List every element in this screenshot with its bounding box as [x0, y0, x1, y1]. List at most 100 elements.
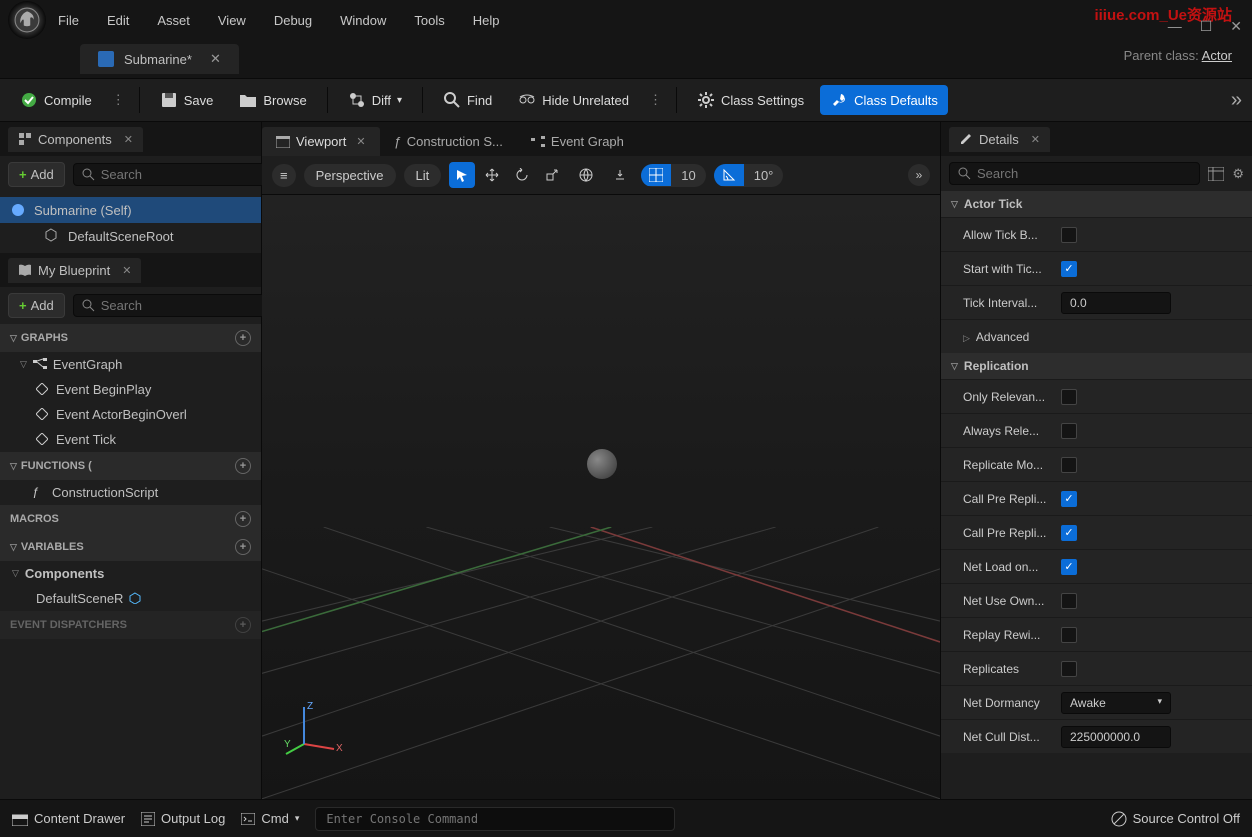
- checkbox[interactable]: [1061, 559, 1077, 575]
- checkbox[interactable]: [1061, 491, 1077, 507]
- gear-icon[interactable]: ⚙: [1232, 166, 1244, 182]
- class-defaults-button[interactable]: Class Defaults: [820, 85, 948, 115]
- blueprint-search-input[interactable]: [101, 298, 277, 313]
- event-beginplay[interactable]: Event BeginPlay: [0, 377, 261, 402]
- compile-options-icon[interactable]: ⋮: [108, 88, 129, 112]
- close-window-icon[interactable]: ✕: [1230, 18, 1242, 35]
- menu-asset[interactable]: Asset: [157, 13, 190, 28]
- checkbox[interactable]: [1061, 627, 1077, 643]
- event-graph-item[interactable]: ▽ EventGraph: [0, 352, 261, 377]
- construction-script[interactable]: ƒ ConstructionScript: [0, 480, 261, 505]
- checkbox[interactable]: [1061, 525, 1077, 541]
- surface-snap-toggle[interactable]: [607, 162, 633, 188]
- add-dispatcher-icon[interactable]: +: [235, 617, 251, 633]
- my-blueprint-tab[interactable]: My Blueprint ✕: [8, 258, 141, 283]
- details-tab[interactable]: Details ✕: [949, 127, 1050, 152]
- close-tab-icon[interactable]: ✕: [210, 51, 221, 67]
- component-scene-root[interactable]: DefaultSceneRoot: [0, 223, 261, 249]
- close-icon[interactable]: ✕: [1031, 133, 1040, 146]
- menu-help[interactable]: Help: [473, 13, 500, 28]
- section-variables[interactable]: ▽VARIABLES +: [0, 533, 261, 561]
- close-icon[interactable]: ✕: [122, 264, 131, 277]
- scale-tool[interactable]: [539, 162, 565, 188]
- components-tab[interactable]: Components ✕: [8, 127, 143, 152]
- menu-tools[interactable]: Tools: [414, 13, 444, 28]
- details-section[interactable]: ▽Replication: [941, 353, 1252, 379]
- plus-icon: +: [19, 298, 27, 313]
- components-search-input[interactable]: [101, 167, 277, 182]
- checkbox[interactable]: [1061, 661, 1077, 677]
- compile-button[interactable]: Compile: [10, 85, 102, 115]
- section-macros[interactable]: MACROS +: [0, 505, 261, 533]
- checkbox[interactable]: [1061, 227, 1077, 243]
- rotate-tool[interactable]: [509, 162, 535, 188]
- viewport-3d[interactable]: X Y Z: [262, 195, 940, 799]
- hide-options-icon[interactable]: ⋮: [645, 88, 666, 112]
- angle-snap[interactable]: 10°: [714, 164, 784, 187]
- maximize-icon[interactable]: ☐: [1200, 18, 1213, 35]
- checkbox[interactable]: [1061, 593, 1077, 609]
- add-function-icon[interactable]: +: [235, 458, 251, 474]
- menu-window[interactable]: Window: [340, 13, 386, 28]
- variables-components[interactable]: ▽ Components: [0, 561, 261, 586]
- section-functions[interactable]: ▽FUNCTIONS ( +: [0, 452, 261, 480]
- details-section[interactable]: ▽Actor Tick: [941, 191, 1252, 217]
- grid-snap[interactable]: 10: [641, 164, 705, 187]
- tab-event-graph[interactable]: Event Graph: [517, 127, 638, 156]
- minimize-icon[interactable]: —: [1168, 18, 1182, 35]
- content-drawer-button[interactable]: Content Drawer: [12, 811, 125, 826]
- find-button[interactable]: Find: [433, 85, 502, 115]
- section-graphs[interactable]: ▽GRAPHS +: [0, 324, 261, 352]
- output-log-button[interactable]: Output Log: [141, 811, 225, 826]
- close-icon[interactable]: ✕: [124, 133, 133, 146]
- details-search-input[interactable]: [977, 166, 1191, 181]
- hide-unrelated-button[interactable]: Hide Unrelated: [508, 85, 639, 115]
- number-input[interactable]: 0.0: [1061, 292, 1171, 314]
- menu-edit[interactable]: Edit: [107, 13, 129, 28]
- tab-viewport[interactable]: Viewport ✕: [262, 127, 380, 156]
- diff-button[interactable]: Diff ▾: [338, 85, 412, 115]
- component-self[interactable]: Submarine (Self): [0, 197, 261, 223]
- close-icon[interactable]: ✕: [356, 135, 365, 148]
- property-matrix-icon[interactable]: [1208, 167, 1224, 181]
- browse-button[interactable]: Browse: [229, 85, 316, 115]
- menu-file[interactable]: File: [58, 13, 79, 28]
- console-input[interactable]: [315, 807, 675, 831]
- blueprint-search[interactable]: [73, 294, 286, 317]
- var-default-scene[interactable]: DefaultSceneR: [0, 586, 261, 611]
- parent-class-link[interactable]: Actor: [1202, 48, 1232, 63]
- tab-construction-script[interactable]: ƒ Construction S...: [380, 127, 517, 156]
- document-tab[interactable]: Submarine* ✕: [80, 44, 239, 74]
- details-search[interactable]: [949, 162, 1200, 185]
- add-macro-icon[interactable]: +: [235, 511, 251, 527]
- class-settings-button[interactable]: Class Settings: [687, 85, 814, 115]
- add-graph-icon[interactable]: +: [235, 330, 251, 346]
- event-overlap[interactable]: Event ActorBeginOverl: [0, 402, 261, 427]
- viewport-menu-button[interactable]: ≡: [272, 164, 296, 187]
- number-input[interactable]: 225000000.0: [1061, 726, 1171, 748]
- select-tool[interactable]: [449, 162, 475, 188]
- components-search[interactable]: [73, 163, 286, 186]
- checkbox[interactable]: [1061, 389, 1077, 405]
- add-blueprint-button[interactable]: + Add: [8, 293, 65, 318]
- cmd-dropdown[interactable]: Cmd ▾: [241, 811, 299, 826]
- move-tool[interactable]: [479, 162, 505, 188]
- add-component-button[interactable]: + Add: [8, 162, 65, 187]
- toolbar-overflow-icon[interactable]: »: [1231, 89, 1242, 112]
- world-local-toggle[interactable]: [573, 162, 599, 188]
- event-tick[interactable]: Event Tick: [0, 427, 261, 452]
- advanced-toggle[interactable]: ▷Advanced: [941, 319, 1252, 353]
- section-dispatchers[interactable]: EVENT DISPATCHERS +: [0, 611, 261, 639]
- lit-button[interactable]: Lit: [404, 164, 442, 187]
- save-button[interactable]: Save: [150, 85, 224, 115]
- source-control-button[interactable]: Source Control Off: [1111, 811, 1240, 827]
- menu-view[interactable]: View: [218, 13, 246, 28]
- checkbox[interactable]: [1061, 261, 1077, 277]
- perspective-button[interactable]: Perspective: [304, 164, 396, 187]
- add-variable-icon[interactable]: +: [235, 539, 251, 555]
- viewport-overflow-icon[interactable]: »: [908, 164, 930, 186]
- checkbox[interactable]: [1061, 457, 1077, 473]
- checkbox[interactable]: [1061, 423, 1077, 439]
- dropdown[interactable]: Awake▾: [1061, 692, 1171, 714]
- menu-debug[interactable]: Debug: [274, 13, 312, 28]
